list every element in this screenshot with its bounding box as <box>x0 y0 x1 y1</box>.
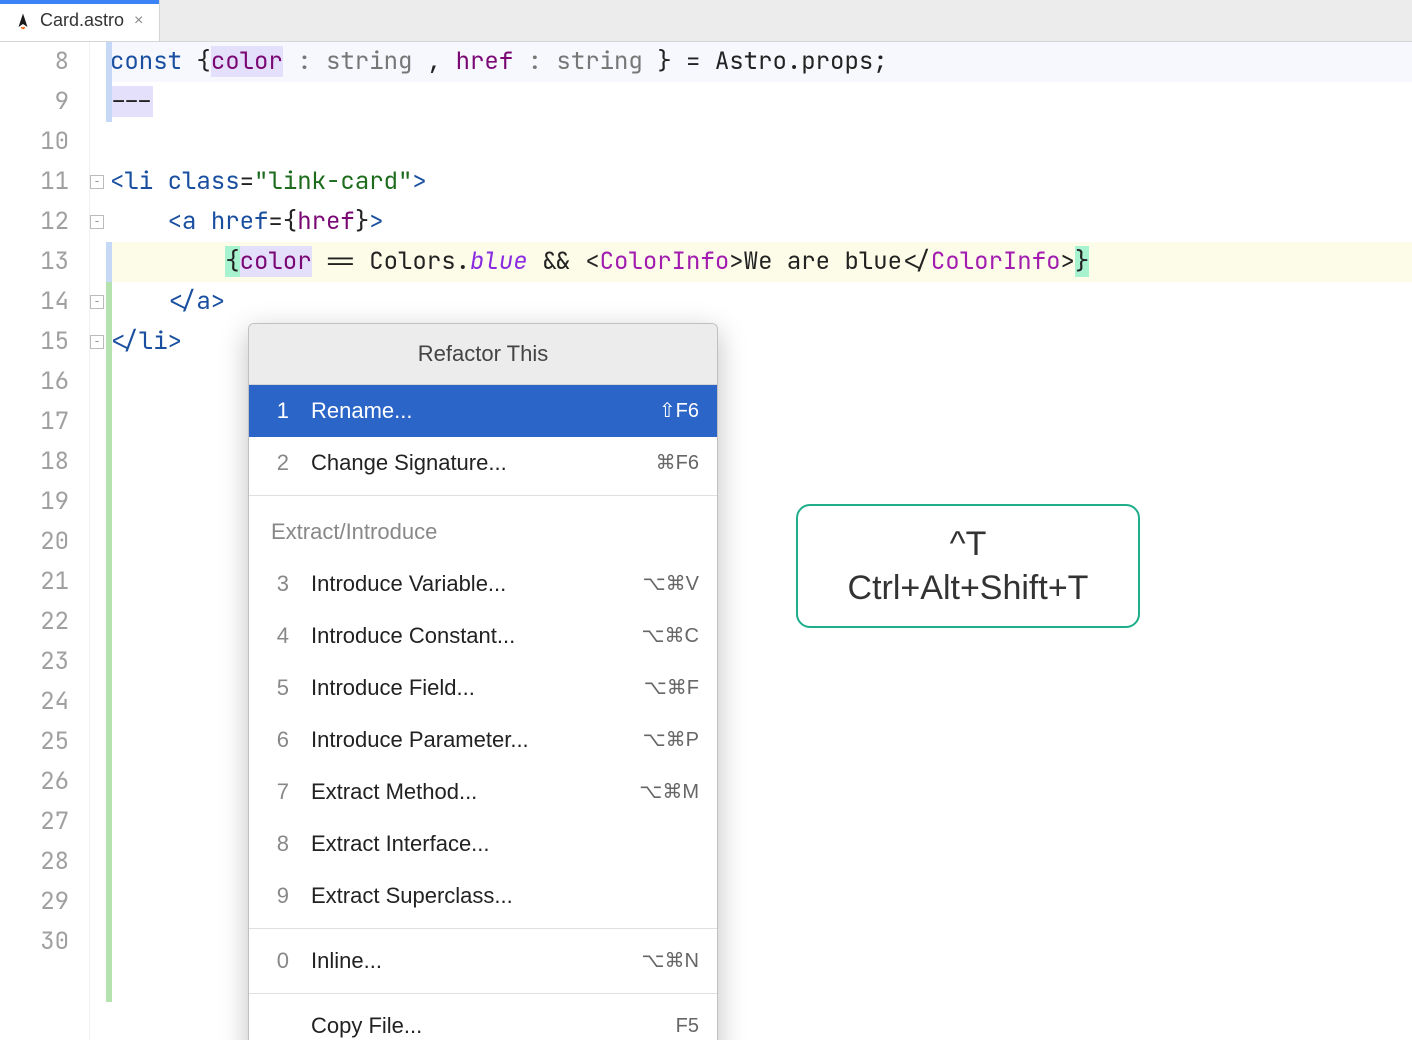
popup-section-header: Extract/Introduce <box>249 502 717 558</box>
tab-filename: Card.astro <box>40 10 124 31</box>
line-number: 22 <box>0 602 69 642</box>
gutter: 8 9 10 11 12 13 14 15 16 17 18 19 20 21 … <box>0 42 90 1040</box>
line-number: 9 <box>0 82 69 122</box>
close-icon[interactable]: × <box>132 12 145 30</box>
code-line-active[interactable]: {color == Colors.blue && <ColorInfo>We a… <box>108 242 1412 282</box>
line-number: 11 <box>0 162 69 202</box>
line-number: 27 <box>0 802 69 842</box>
editor[interactable]: 8 9 10 11 12 13 14 15 16 17 18 19 20 21 … <box>0 42 1412 1040</box>
line-number: 13 <box>0 242 69 282</box>
line-number: 16 <box>0 362 69 402</box>
menu-introduce-field[interactable]: 5 Introduce Field... ⌥⌘F <box>249 662 717 714</box>
tab-card-astro[interactable]: Card.astro × <box>0 0 160 41</box>
shortcut-win: Ctrl+Alt+Shift+T <box>818 568 1118 608</box>
menu-introduce-constant[interactable]: 4 Introduce Constant... ⌥⌘C <box>249 610 717 662</box>
line-number: 20 <box>0 522 69 562</box>
astro-icon <box>14 12 32 30</box>
menu-extract-interface[interactable]: 8 Extract Interface... <box>249 818 717 870</box>
code-line[interactable]: </a> <box>108 282 1412 322</box>
popup-title: Refactor This <box>249 324 717 385</box>
fold-icon[interactable]: − <box>90 295 104 309</box>
menu-extract-method[interactable]: 7 Extract Method... ⌥⌘M <box>249 766 717 818</box>
code-line[interactable]: --- <box>108 82 1412 122</box>
line-number: 23 <box>0 642 69 682</box>
line-number: 8 <box>0 42 69 82</box>
line-number: 24 <box>0 682 69 722</box>
line-number: 25 <box>0 722 69 762</box>
menu-rename[interactable]: 1 Rename... ⇧F6 <box>249 385 717 437</box>
menu-inline[interactable]: 0 Inline... ⌥⌘N <box>249 935 717 987</box>
refactor-popup: Refactor This 1 Rename... ⇧F6 2 Change S… <box>248 323 718 1040</box>
line-number: 21 <box>0 562 69 602</box>
line-number: 15 <box>0 322 69 362</box>
fold-icon[interactable]: − <box>90 215 104 229</box>
separator <box>249 928 717 929</box>
menu-introduce-parameter[interactable]: 6 Introduce Parameter... ⌥⌘P <box>249 714 717 766</box>
line-number: 29 <box>0 882 69 922</box>
line-number: 17 <box>0 402 69 442</box>
line-number: 10 <box>0 122 69 162</box>
line-number: 28 <box>0 842 69 882</box>
fold-icon[interactable]: − <box>90 335 104 349</box>
line-number: 26 <box>0 762 69 802</box>
line-number: 19 <box>0 482 69 522</box>
shortcut-mac: ^T <box>818 524 1118 564</box>
line-number: 14 <box>0 282 69 322</box>
code-line[interactable]: const {color : string , href : string } … <box>108 42 1412 82</box>
line-number: 12 <box>0 202 69 242</box>
code-line[interactable]: <a href={href}> <box>108 202 1412 242</box>
menu-change-signature[interactable]: 2 Change Signature... ⌘F6 <box>249 437 717 489</box>
fold-icon[interactable]: − <box>90 175 104 189</box>
line-number: 18 <box>0 442 69 482</box>
tabbar: Card.astro × <box>0 0 1412 42</box>
separator <box>249 495 717 496</box>
code-line[interactable] <box>108 122 1412 162</box>
menu-extract-superclass[interactable]: 9 Extract Superclass... <box>249 870 717 922</box>
line-number: 30 <box>0 922 69 962</box>
menu-introduce-variable[interactable]: 3 Introduce Variable... ⌥⌘V <box>249 558 717 610</box>
code-line[interactable]: <li class="link-card"> <box>108 162 1412 202</box>
separator <box>249 993 717 994</box>
shortcut-hint: ^T Ctrl+Alt+Shift+T <box>796 504 1140 628</box>
menu-copy-file[interactable]: Copy File... F5 <box>249 1000 717 1040</box>
